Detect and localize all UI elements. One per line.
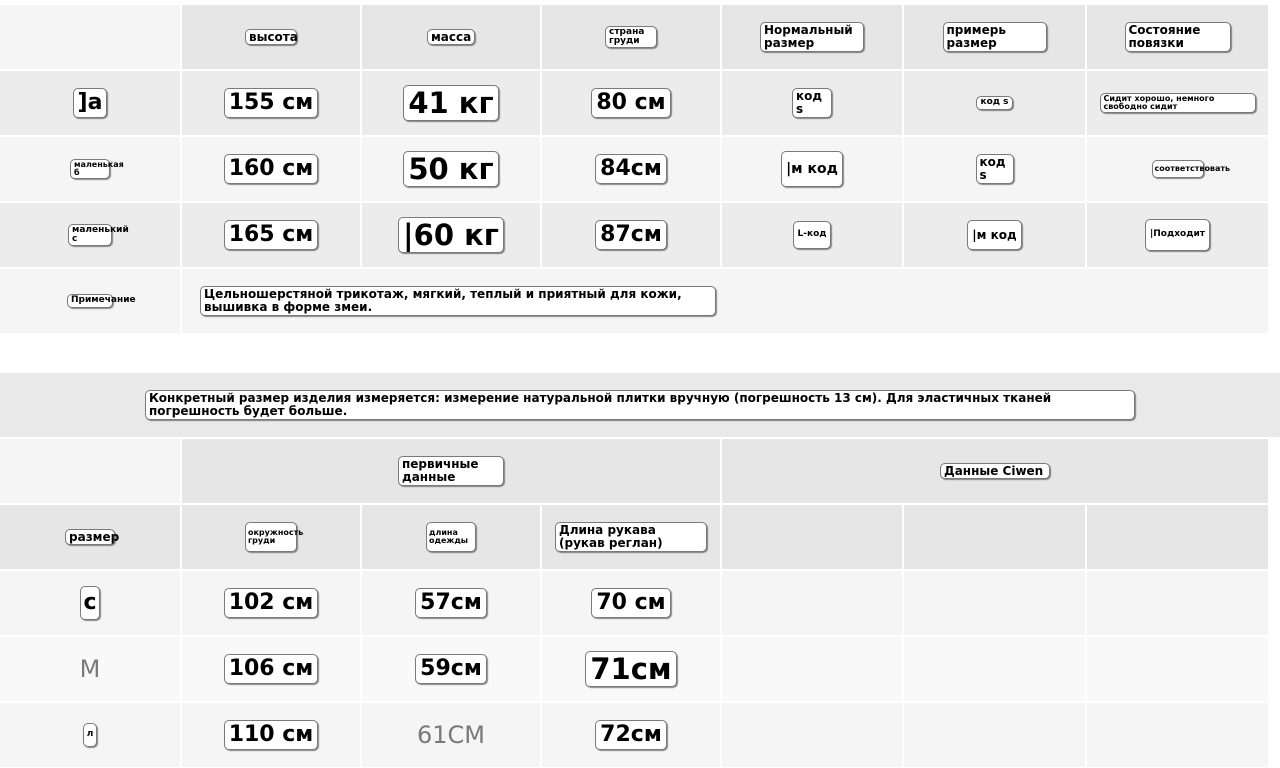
tried-size-cell: |м код (904, 203, 1085, 267)
ciwen-cell (722, 703, 902, 767)
garment-length-cell: 59см (362, 637, 540, 701)
chest-cell: 84см (542, 137, 720, 201)
ciwen-cell (722, 571, 902, 635)
ciwen-cell (904, 637, 1085, 701)
state-cell: соответствовать (1087, 137, 1268, 201)
note-label: Примечание (0, 269, 180, 333)
header-bandage-state: Состояние повязки (1087, 5, 1268, 69)
weight-cell: 50 кг (362, 137, 540, 201)
header-chest-girth: окружность груди (182, 505, 360, 569)
ciwen-cell (904, 703, 1085, 767)
sleeve-length-cell: 72см (542, 703, 720, 767)
ciwen-cell (1087, 703, 1268, 767)
chest-cell: 87см (542, 203, 720, 267)
ciwen-cell (722, 637, 902, 701)
weight-cell: 41 кг (362, 71, 540, 135)
chest-girth-cell: 110 см (182, 703, 360, 767)
garment-length-cell: 61CM (362, 703, 540, 767)
size-label: M (0, 637, 180, 701)
sleeve-length-cell: 71см (542, 637, 720, 701)
row-label: ]a (0, 71, 180, 135)
header-chest: страна груди (542, 5, 720, 69)
height-cell: 155 см (182, 71, 360, 135)
ciwen-cell (1087, 637, 1268, 701)
chest-girth-cell: 102 см (182, 571, 360, 635)
tried-size-cell: код s (904, 137, 1085, 201)
normal-size-cell: |м код (722, 137, 902, 201)
header-height: высота (182, 5, 360, 69)
measurement-note: Конкретный размер изделия измеряется: из… (145, 390, 1135, 420)
row-label: маленький с (0, 203, 180, 267)
row-label: маленькая б (0, 137, 180, 201)
garment-length-cell: 57см (362, 571, 540, 635)
corner-cell (0, 439, 180, 503)
header-garment-length: длина одежды (362, 505, 540, 569)
size-label: л (0, 703, 180, 767)
header-normal-size: Нормальный размер (722, 5, 902, 69)
header-sleeve-length: Длина рукава (рукав реглан) (542, 505, 720, 569)
size-label: с (0, 571, 180, 635)
corner-cell (0, 5, 180, 69)
state-cell: |Подходит (1087, 203, 1268, 267)
measurement-note-band: Конкретный размер изделия измеряется: из… (0, 373, 1280, 437)
note-text: Цельношерстяной трикотаж, мягкий, теплый… (182, 269, 1268, 333)
header-tried-size: примерь размер (904, 5, 1085, 69)
ciwen-col-1 (722, 505, 902, 569)
sleeve-length-cell: 70 см (542, 571, 720, 635)
height-cell: 160 см (182, 137, 360, 201)
ciwen-col-3 (1087, 505, 1268, 569)
group-ciwen-header: Данные Ciwen (722, 439, 1268, 503)
weight-cell: |60 кг (362, 203, 540, 267)
normal-size-cell: код s (722, 71, 902, 135)
fit-table: высота масса страна груди Нормальный раз… (0, 5, 1280, 337)
section-spacer (0, 337, 1280, 373)
chest-cell: 80 см (542, 71, 720, 135)
size-table: первичные данные Данные Ciwen размер окр… (0, 439, 1280, 768)
ciwen-cell (904, 571, 1085, 635)
group-primary-header: первичные данные (182, 439, 720, 503)
ciwen-cell (1087, 571, 1268, 635)
normal-size-cell: L-код (722, 203, 902, 267)
tried-size-cell: код s (904, 71, 1085, 135)
ciwen-col-2 (904, 505, 1085, 569)
chest-girth-cell: 106 см (182, 637, 360, 701)
header-weight: масса (362, 5, 540, 69)
header-size: размер (0, 505, 180, 569)
height-cell: 165 см (182, 203, 360, 267)
state-cell: Сидит хорошо, немного свободно сидит (1087, 71, 1268, 135)
